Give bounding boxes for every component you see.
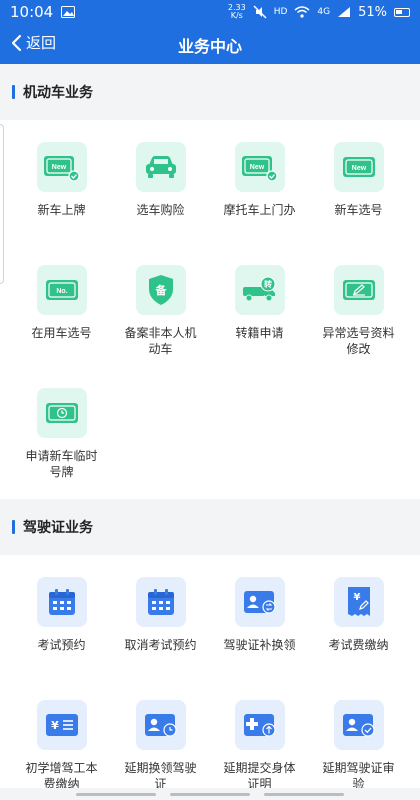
svg-text:转: 转 bbox=[264, 279, 272, 289]
service-label: 新车上牌 bbox=[37, 203, 86, 217]
service-temporary-plate[interactable]: 申请新车临时号牌 bbox=[12, 376, 111, 499]
gesture-bar-left[interactable] bbox=[76, 792, 156, 796]
service-exam-fee[interactable]: ¥ 考试费缴纳 bbox=[309, 565, 408, 688]
gallery-icon bbox=[61, 6, 76, 18]
svg-text:New: New bbox=[249, 164, 264, 171]
plate-edit-icon bbox=[333, 265, 384, 315]
gesture-bar-right[interactable] bbox=[264, 792, 344, 796]
truck-transfer-icon: 转 bbox=[234, 265, 285, 315]
mute-icon bbox=[253, 5, 267, 19]
service-motorcycle-onsite[interactable]: New 摩托车上门办 bbox=[210, 130, 309, 253]
signal-icon bbox=[338, 7, 351, 17]
temporary-plate-icon bbox=[36, 388, 87, 438]
status-time: 10:04 bbox=[10, 3, 54, 21]
service-new-car-number[interactable]: New 新车选号 bbox=[309, 130, 408, 253]
license-check-icon bbox=[333, 700, 384, 750]
service-cancel-exam[interactable]: 取消考试预约 bbox=[111, 565, 210, 688]
license-swap-icon bbox=[234, 577, 285, 627]
service-label: 新车选号 bbox=[334, 203, 383, 217]
license-service-grid: 考试预约 取消考试预约 驾驶证补换领 ¥ 考试费缴纳 ¥ 初学增驾工本费缴纳 延… bbox=[0, 555, 420, 800]
calendar-icon bbox=[135, 577, 186, 627]
service-label: 驾驶证补换领 bbox=[223, 638, 296, 652]
shield-icon: 备 bbox=[135, 265, 186, 315]
battery-percent: 51% bbox=[358, 4, 387, 20]
page-title: 业务中心 bbox=[177, 37, 242, 56]
motor-service-grid: New 新车上牌 选车购险 New 摩托车上门办 New 新车选号 No. 在用… bbox=[0, 120, 420, 499]
service-delayed-license-renewal[interactable]: 延期换领驾驶证 bbox=[111, 688, 210, 800]
service-label: 摩托车上门办 bbox=[223, 203, 296, 217]
new-plate-check-icon: New bbox=[234, 142, 285, 192]
fee-card-icon: ¥ bbox=[36, 700, 87, 750]
svg-text:¥: ¥ bbox=[353, 592, 360, 603]
service-label: 选车购险 bbox=[136, 203, 185, 217]
calendar-icon bbox=[36, 577, 87, 627]
section-header: 机动车业务 bbox=[0, 64, 420, 120]
section-title: 机动车业务 bbox=[23, 85, 93, 101]
no-plate-icon: No. bbox=[36, 265, 87, 315]
service-label: 在用车选号 bbox=[31, 326, 92, 340]
network-speed: 2.33 K/s bbox=[227, 3, 246, 20]
new-plate-icon: New bbox=[333, 142, 384, 192]
svg-text:¥: ¥ bbox=[51, 719, 59, 732]
service-label: 转籍申请 bbox=[235, 326, 284, 340]
section-header: 驾驶证业务 bbox=[0, 499, 420, 555]
service-label: 取消考试预约 bbox=[124, 638, 197, 652]
service-label: 异常选号资料修改 bbox=[322, 326, 395, 356]
wifi-icon bbox=[294, 6, 310, 18]
service-car-insurance[interactable]: 选车购险 bbox=[111, 130, 210, 253]
service-delayed-license-review[interactable]: 延期驾驶证审验 bbox=[309, 688, 408, 800]
gesture-bar-center[interactable] bbox=[170, 792, 250, 796]
service-delayed-medical-proof[interactable]: 延期提交身体证明 bbox=[210, 688, 309, 800]
gesture-navigation-bar bbox=[0, 788, 420, 800]
network-type: 4G bbox=[317, 7, 331, 17]
svg-text:New: New bbox=[51, 164, 66, 171]
svg-text:New: New bbox=[351, 165, 366, 172]
service-exam-appointment[interactable]: 考试预约 bbox=[12, 565, 111, 688]
service-abnormal-number-edit[interactable]: 异常选号资料修改 bbox=[309, 253, 408, 376]
svg-text:备: 备 bbox=[154, 283, 167, 297]
section-accent-bar bbox=[12, 520, 15, 534]
license-clock-icon bbox=[135, 700, 186, 750]
section-accent-bar bbox=[12, 85, 15, 99]
medical-upload-icon bbox=[234, 700, 285, 750]
service-label: 考试费缴纳 bbox=[328, 638, 389, 652]
driver-license-section: 驾驶证业务 考试预约 取消考试预约 驾驶证补换领 ¥ 考试费缴纳 ¥ 初学增驾工… bbox=[0, 499, 420, 800]
service-label: 申请新车临时号牌 bbox=[25, 449, 98, 479]
battery-icon bbox=[394, 7, 410, 17]
svg-text:No.: No. bbox=[56, 288, 67, 295]
car-icon bbox=[135, 142, 186, 192]
service-label: 备案非本人机动车 bbox=[124, 326, 197, 356]
hd-badge: HD bbox=[273, 7, 288, 17]
motor-vehicle-section: 机动车业务 New 新车上牌 选车购险 New 摩托车上门办 New 新车选号 … bbox=[0, 64, 420, 499]
service-license-replacement[interactable]: 驾驶证补换领 bbox=[210, 565, 309, 688]
status-bar: 10:04 2.33 K/s HD 4G 51% bbox=[0, 0, 420, 24]
fee-receipt-icon: ¥ bbox=[333, 577, 384, 627]
main-content: 机动车业务 New 新车上牌 选车购险 New 摩托车上门办 New 新车选号 … bbox=[0, 64, 420, 800]
service-learner-fee[interactable]: ¥ 初学增驾工本费缴纳 bbox=[12, 688, 111, 800]
service-used-car-number[interactable]: No. 在用车选号 bbox=[12, 253, 111, 376]
service-register-non-owner[interactable]: 备 备案非本人机动车 bbox=[111, 253, 210, 376]
new-plate-check-icon: New bbox=[36, 142, 87, 192]
side-drawer-handle[interactable] bbox=[0, 124, 4, 284]
nav-bar: 返回 业务中心 bbox=[0, 24, 420, 64]
service-label: 考试预约 bbox=[37, 638, 86, 652]
section-title: 驾驶证业务 bbox=[23, 520, 93, 536]
service-transfer-application[interactable]: 转 转籍申请 bbox=[210, 253, 309, 376]
service-new-car-plate[interactable]: New 新车上牌 bbox=[12, 130, 111, 253]
